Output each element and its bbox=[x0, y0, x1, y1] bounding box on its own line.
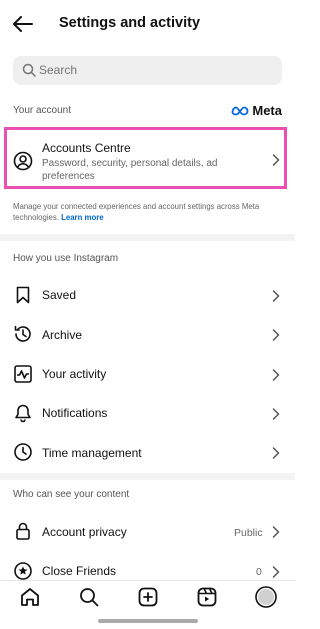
menu-item-archive[interactable]: Archive bbox=[42, 328, 82, 342]
accounts-centre-subtitle: Password, security, personal details, ad… bbox=[42, 158, 218, 182]
meta-infinity-icon bbox=[231, 106, 249, 116]
create-icon[interactable] bbox=[137, 586, 159, 608]
meta-logo: Meta bbox=[231, 103, 282, 118]
back-arrow-icon[interactable] bbox=[10, 12, 36, 36]
clock-icon bbox=[13, 442, 33, 462]
search-icon bbox=[22, 63, 36, 77]
activity-icon bbox=[13, 364, 33, 384]
chevron-right-icon bbox=[272, 329, 280, 341]
profile-icon[interactable] bbox=[255, 586, 277, 608]
search-placeholder: Search bbox=[39, 63, 78, 77]
search-icon[interactable] bbox=[78, 586, 100, 608]
section-divider bbox=[0, 473, 295, 480]
chevron-right-icon bbox=[272, 526, 280, 538]
home-icon[interactable] bbox=[19, 586, 41, 608]
bell-icon bbox=[13, 403, 33, 423]
accounts-note: Manage your connected experiences and ac… bbox=[13, 201, 283, 223]
chevron-right-icon bbox=[272, 290, 280, 302]
account-privacy-value: Public bbox=[234, 527, 263, 539]
star-icon bbox=[13, 561, 33, 581]
archive-icon bbox=[13, 324, 33, 344]
user-circle-icon bbox=[13, 151, 33, 171]
chevron-right-icon bbox=[272, 408, 280, 420]
page-title: Settings and activity bbox=[59, 15, 201, 31]
accounts-centre-title[interactable]: Accounts Centre bbox=[42, 141, 131, 155]
menu-item-your-activity[interactable]: Your activity bbox=[42, 367, 106, 381]
close-friends-count: 0 bbox=[256, 566, 262, 578]
bookmark-icon bbox=[13, 285, 33, 305]
menu-item-close-friends[interactable]: Close Friends bbox=[42, 564, 116, 578]
menu-item-account-privacy[interactable]: Account privacy bbox=[42, 525, 127, 539]
menu-item-saved[interactable]: Saved bbox=[42, 288, 76, 302]
chevron-right-icon bbox=[272, 566, 280, 578]
meta-brand-text: Meta bbox=[252, 103, 282, 118]
learn-more-link[interactable]: Learn more bbox=[61, 213, 103, 222]
section-divider bbox=[0, 234, 295, 241]
chevron-right-icon bbox=[272, 369, 280, 381]
section-label-who-can-see: Who can see your content bbox=[13, 489, 130, 500]
section-label-your-account: Your account bbox=[13, 105, 72, 116]
accounts-note-text: Manage your connected experiences and ac… bbox=[13, 202, 260, 222]
home-indicator bbox=[98, 619, 198, 623]
chevron-right-icon bbox=[272, 447, 280, 459]
chevron-right-icon bbox=[272, 154, 280, 166]
menu-item-time-management[interactable]: Time management bbox=[42, 446, 142, 460]
section-label-how-you-use: How you use Instagram bbox=[13, 253, 119, 264]
reels-icon[interactable] bbox=[196, 586, 218, 608]
menu-item-notifications[interactable]: Notifications bbox=[42, 406, 107, 420]
lock-icon bbox=[13, 521, 33, 541]
